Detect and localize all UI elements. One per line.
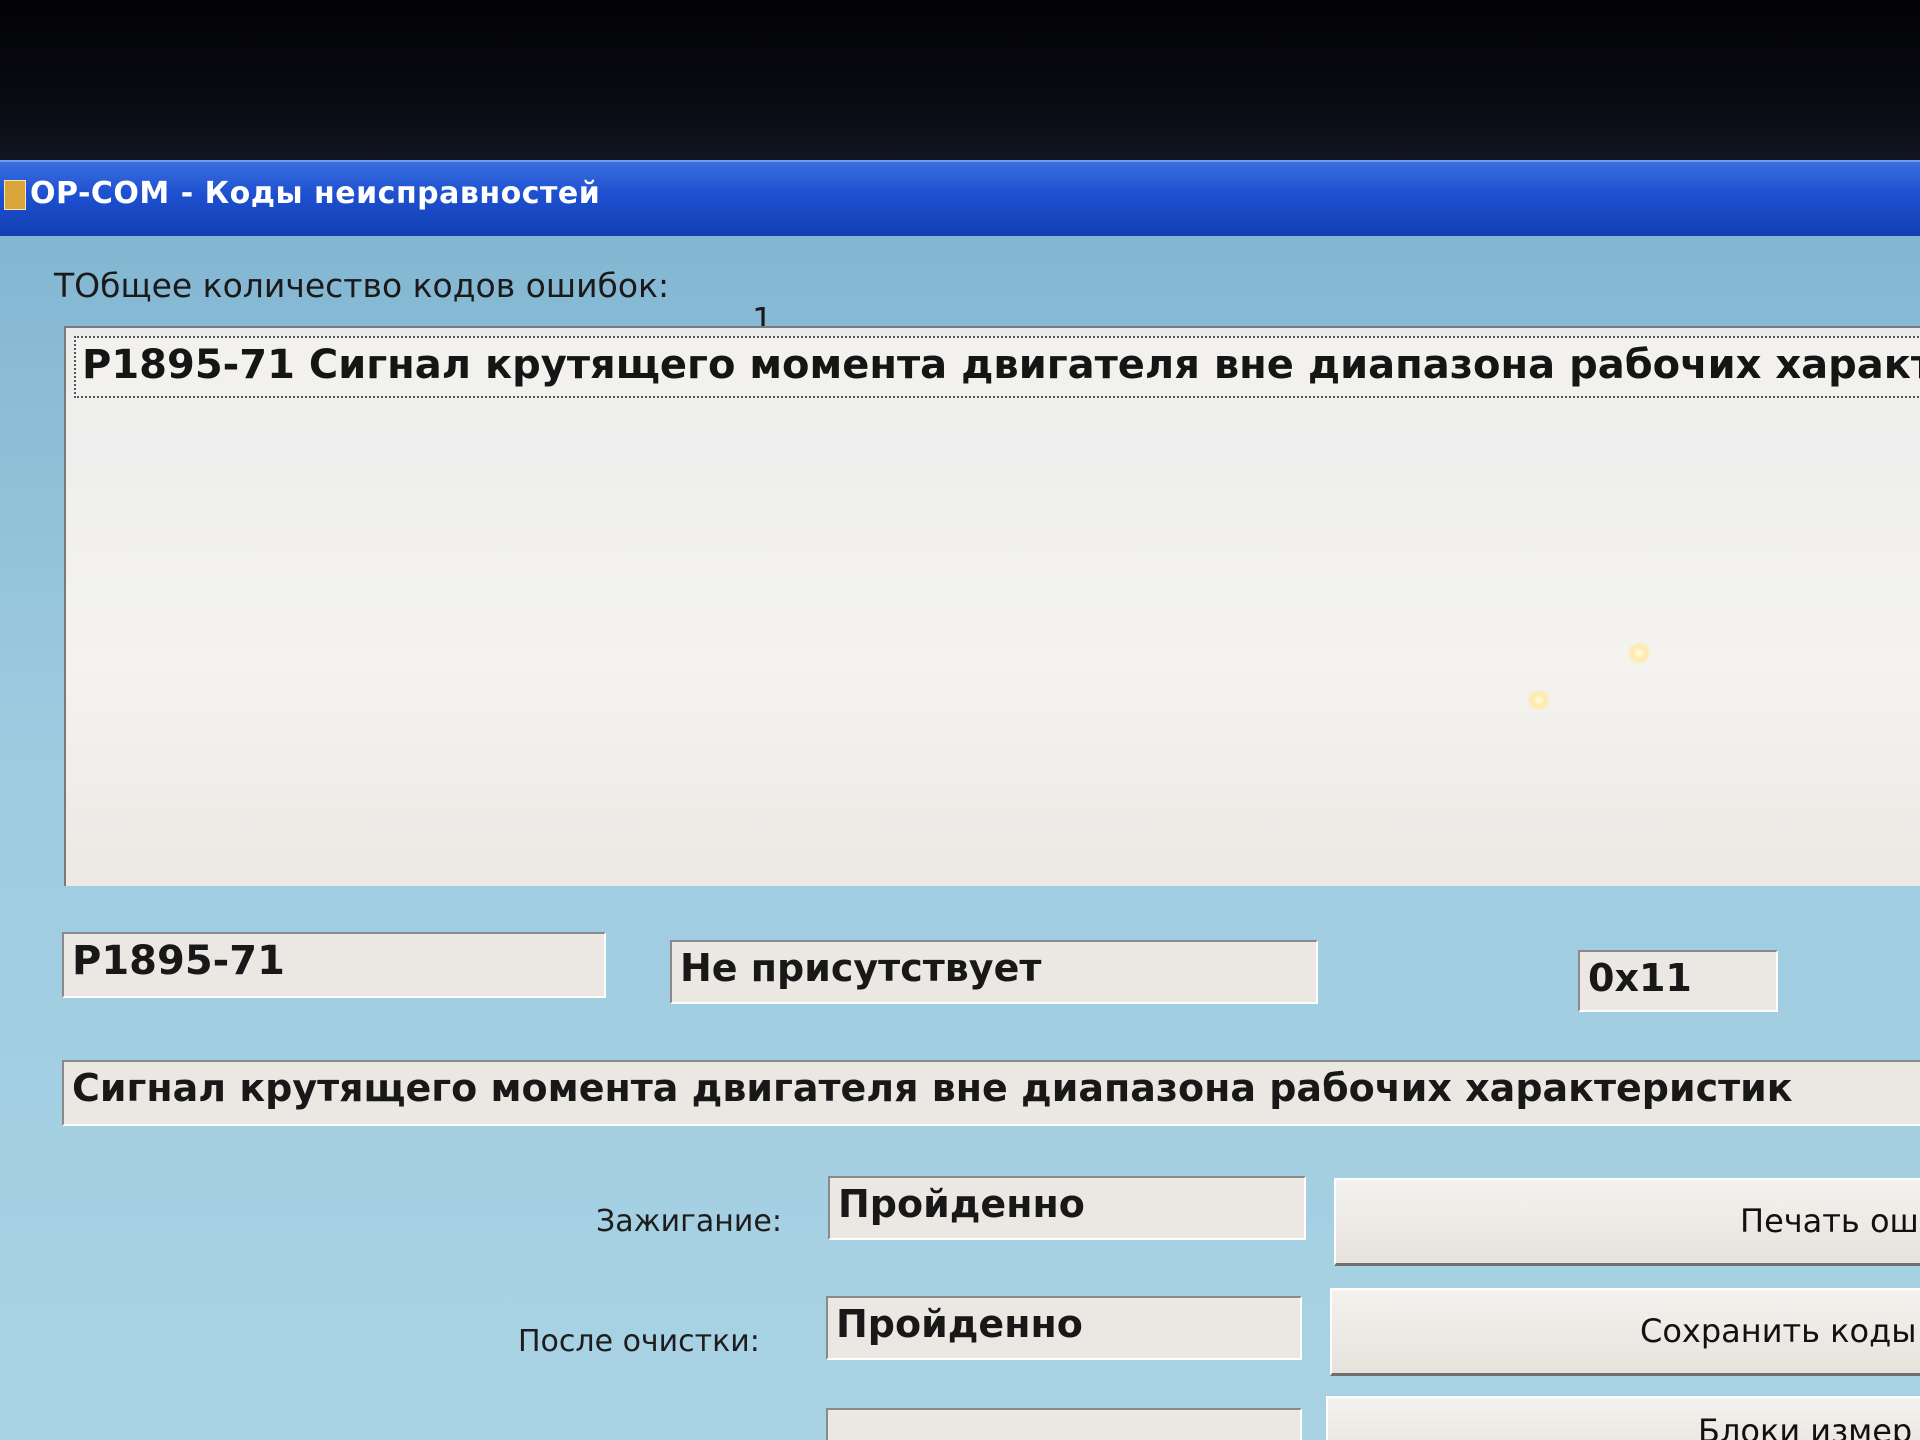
total-codes-label: ТОбщее количество кодов ошибок: <box>54 266 670 305</box>
fault-status-value: Не присутствует <box>680 946 1042 990</box>
title-bar[interactable]: OP-COM - Коды неисправностей <box>0 160 1920 236</box>
fault-code-list[interactable]: P1895-71 Сигнал крутящего момента двигат… <box>64 326 1920 886</box>
after-clear-label: После очистки: <box>518 1324 760 1359</box>
screen-glare <box>1526 690 1552 710</box>
fault-code-list-item-text: P1895-71 Сигнал крутящего момента двигат… <box>82 342 1920 388</box>
app-icon <box>4 180 26 210</box>
save-codes-button-label: Сохранить коды <box>1640 1312 1917 1350</box>
fault-description-field[interactable]: Сигнал крутящего момента двигателя вне д… <box>62 1060 1920 1126</box>
print-codes-button[interactable]: Печать ош <box>1334 1178 1920 1266</box>
fault-code-list-item[interactable]: P1895-71 Сигнал крутящего момента двигат… <box>74 336 1920 398</box>
ignition-test-value: Пройденно <box>838 1182 1085 1226</box>
fault-status-field[interactable]: Не присутствует <box>670 940 1318 1004</box>
fault-code-field[interactable]: P1895-71 <box>62 932 606 998</box>
measurement-blocks-button-label: Блоки измер <box>1698 1412 1913 1440</box>
ignition-label: Зажигание: <box>596 1204 782 1239</box>
save-codes-button[interactable]: Сохранить коды <box>1330 1288 1920 1376</box>
after-clear-test-value: Пройденно <box>836 1302 1083 1346</box>
monitor-bezel <box>0 0 1920 160</box>
measurement-blocks-button[interactable]: Блоки измер <box>1326 1396 1920 1440</box>
window-title: OP-COM - Коды неисправностей <box>30 176 601 211</box>
ignition-test-field[interactable]: Пройденно <box>828 1176 1306 1240</box>
fault-codes-window: OP-COM - Коды неисправностей ТОбщее коли… <box>0 160 1920 1440</box>
fault-hex-field[interactable]: 0x11 <box>1578 950 1778 1012</box>
extra-field[interactable] <box>826 1408 1302 1440</box>
fault-description-value: Сигнал крутящего момента двигателя вне д… <box>72 1066 1793 1110</box>
fault-code-value: P1895-71 <box>72 938 285 984</box>
after-clear-test-field[interactable]: Пройденно <box>826 1296 1302 1360</box>
print-codes-button-label: Печать ош <box>1740 1202 1919 1240</box>
fault-hex-value: 0x11 <box>1588 956 1692 1000</box>
screen-glare <box>1626 642 1652 664</box>
